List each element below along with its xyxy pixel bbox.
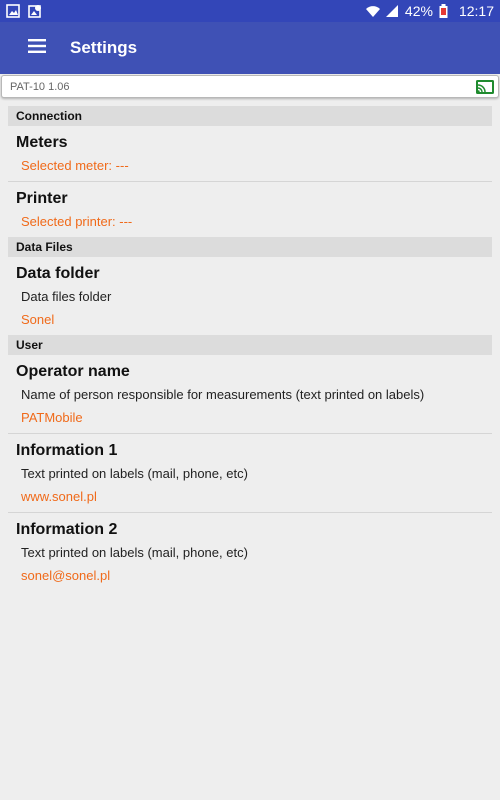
- signal-icon: [385, 4, 399, 18]
- pref-title: Information 2: [16, 521, 118, 538]
- clock: 12:17: [458, 3, 494, 19]
- pref-information-2[interactable]: Information 2 Text printed on labels (ma…: [8, 513, 492, 591]
- pref-title: Meters: [16, 134, 68, 151]
- pref-summary: Data files folder: [21, 289, 112, 304]
- pref-value: sonel@sonel.pl: [21, 568, 111, 583]
- page-title: Settings: [70, 38, 138, 57]
- pref-title: Information 1: [16, 442, 118, 459]
- device-bar[interactable]: PAT-10 1.06: [1, 75, 499, 98]
- settings-list: Connection Meters Selected meter: --- Pr…: [0, 106, 500, 591]
- pref-data-folder[interactable]: Data folder Data files folder Sonel: [8, 257, 492, 335]
- pref-printer[interactable]: Printer Selected printer: ---: [8, 182, 492, 237]
- app-bar: Settings: [0, 22, 500, 74]
- pref-title: Operator name: [16, 363, 130, 380]
- status-system: 42% 12:17: [365, 3, 494, 19]
- pref-value: Selected meter: ---: [21, 158, 129, 173]
- pref-value: www.sonel.pl: [21, 489, 97, 504]
- pref-summary: Text printed on labels (mail, phone, etc…: [21, 466, 248, 481]
- gallery-icon: [6, 4, 20, 18]
- section-header-data-files: Data Files: [8, 237, 492, 257]
- pref-title: Data folder: [16, 265, 100, 282]
- section-header-user: User: [8, 335, 492, 355]
- pref-value: PATMobile: [21, 410, 83, 425]
- wifi-icon: [365, 4, 380, 18]
- cast-icon: [476, 79, 494, 94]
- pref-information-1[interactable]: Information 1 Text printed on labels (ma…: [8, 434, 492, 513]
- section-header-connection: Connection: [8, 106, 492, 126]
- device-name: PAT-10 1.06: [10, 80, 70, 93]
- photo-editor-icon: [28, 4, 42, 18]
- status-notifications: [6, 4, 42, 18]
- pref-value: Selected printer: ---: [21, 214, 133, 229]
- pref-meters[interactable]: Meters Selected meter: ---: [8, 126, 492, 182]
- battery-percent: 42%: [404, 3, 433, 19]
- pref-summary: Text printed on labels (mail, phone, etc…: [21, 545, 248, 560]
- pref-value: Sonel: [21, 312, 55, 327]
- cast-button[interactable]: [474, 77, 496, 97]
- battery-icon: [439, 4, 453, 18]
- status-bar: 42% 12:17: [0, 0, 500, 22]
- pref-operator-name[interactable]: Operator name Name of person responsible…: [8, 355, 492, 434]
- pref-title: Printer: [16, 190, 68, 207]
- menu-button[interactable]: [9, 22, 65, 74]
- hamburger-menu-icon: [28, 38, 46, 58]
- pref-summary: Name of person responsible for measureme…: [21, 387, 425, 402]
